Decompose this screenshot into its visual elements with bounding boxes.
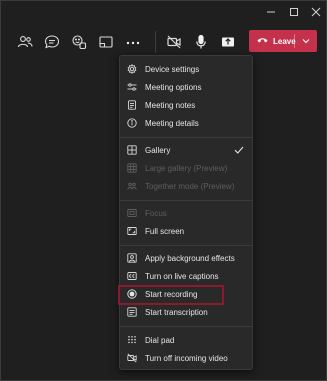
- menu-separator: [120, 326, 252, 327]
- menu-item-full-screen[interactable]: Full screen: [120, 222, 252, 240]
- large-gallery-icon: [127, 163, 137, 173]
- share-tray-icon[interactable]: [97, 33, 115, 51]
- menu-item-apply-background-effects[interactable]: Apply background effects: [120, 249, 252, 267]
- microphone-icon[interactable]: [192, 33, 210, 51]
- fullscreen-icon: [127, 226, 137, 236]
- dialpad-icon: [127, 335, 137, 345]
- more-actions-icon[interactable]: [124, 33, 142, 51]
- leave-button[interactable]: Leave: [249, 30, 317, 52]
- menu-item-meeting-details[interactable]: Meeting details: [120, 114, 252, 132]
- menu-item-turn-off-incoming-video[interactable]: Turn off incoming video: [120, 349, 252, 367]
- menu-item-gallery[interactable]: Gallery: [120, 141, 252, 159]
- toolbar-divider: [155, 31, 156, 53]
- chevron-down-icon[interactable]: [295, 30, 317, 52]
- camera-off-icon[interactable]: [165, 33, 183, 51]
- together-mode-icon: [127, 181, 137, 191]
- reactions-icon[interactable]: [70, 33, 88, 51]
- menu-item-meeting-notes[interactable]: Meeting notes: [120, 96, 252, 114]
- info-icon: [127, 118, 137, 128]
- menu-item-device-settings[interactable]: Device settings: [120, 60, 252, 78]
- menu-item-large-gallery: Large gallery (Preview): [120, 159, 252, 177]
- leave-label: Leave: [273, 36, 296, 46]
- chat-icon[interactable]: [43, 33, 61, 51]
- menu-item-start-transcription[interactable]: Start transcription: [120, 303, 252, 321]
- people-icon[interactable]: [16, 33, 34, 51]
- minimize-icon[interactable]: [263, 5, 279, 19]
- gear-icon: [127, 64, 137, 74]
- background-effects-icon: [127, 253, 137, 263]
- share-screen-icon[interactable]: [219, 33, 237, 51]
- gallery-icon: [127, 145, 137, 155]
- video-off-icon: [127, 353, 137, 363]
- close-icon[interactable]: [308, 5, 324, 19]
- notes-icon: [127, 100, 137, 110]
- menu-separator: [120, 200, 252, 201]
- captions-icon: [127, 271, 137, 281]
- transcription-icon: [127, 307, 137, 317]
- menu-item-live-captions[interactable]: Turn on live captions: [120, 267, 252, 285]
- leave-main-button[interactable]: Leave: [249, 30, 296, 52]
- menu-separator: [120, 245, 252, 246]
- more-actions-menu: Device settings Meeting options Meeting …: [119, 55, 253, 370]
- menu-item-together-mode: Together mode (Preview): [120, 177, 252, 195]
- menu-item-focus: Focus: [120, 204, 252, 222]
- teams-meeting-window: Leave Device settings Meeting options Me…: [0, 0, 327, 381]
- sliders-icon: [127, 82, 137, 92]
- menu-item-meeting-options[interactable]: Meeting options: [120, 78, 252, 96]
- focus-icon: [127, 208, 137, 218]
- hang-up-icon: [257, 36, 268, 46]
- checkmark-icon: [234, 145, 244, 155]
- menu-separator: [120, 137, 252, 138]
- menu-item-dial-pad[interactable]: Dial pad: [120, 331, 252, 349]
- maximize-icon[interactable]: [286, 5, 302, 19]
- start-recording-highlight: [118, 285, 224, 305]
